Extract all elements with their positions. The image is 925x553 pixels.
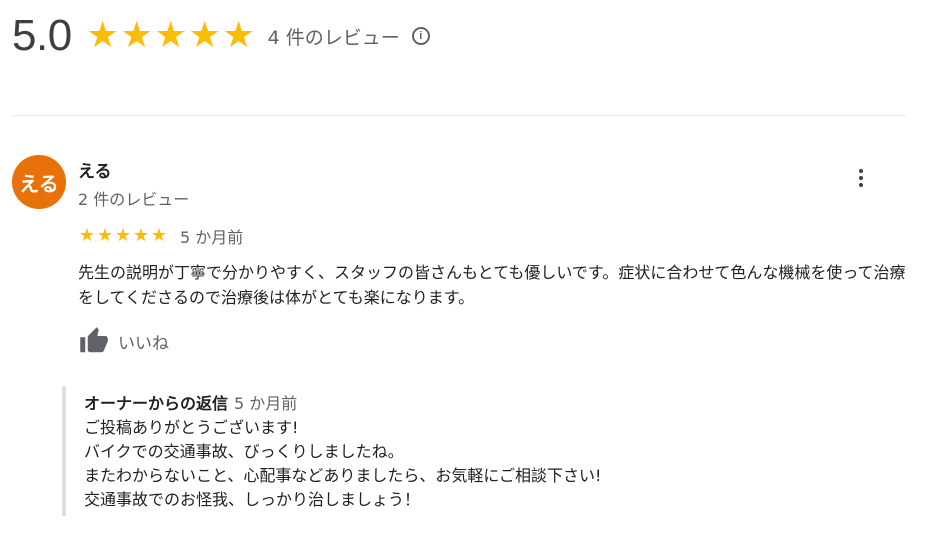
like-label: いいね	[118, 333, 169, 354]
owner-reply-line: バイクでの交通事故、びっくりしましたね。	[84, 442, 404, 461]
review-stars: ★ ★ ★ ★ ★	[78, 227, 168, 245]
review-date: 5 か月前	[180, 228, 244, 247]
divider	[12, 115, 906, 116]
review-meta: ★ ★ ★ ★ ★ 5 か月前	[78, 224, 243, 248]
thumb-up-icon	[80, 327, 108, 353]
star-icon: ★	[120, 15, 153, 56]
owner-reply: オーナーからの返信 5 か月前 ご投稿ありがとうございます! バイクでの交通事故…	[62, 386, 862, 516]
star-icon: ★	[96, 225, 114, 246]
star-icon: ★	[188, 15, 221, 56]
info-icon[interactable]: i	[411, 27, 430, 45]
total-review-count: 4 件のレビュー	[267, 26, 400, 49]
reviewer-review-count[interactable]: 2 件のレビュー	[78, 186, 189, 210]
owner-reply-line: 交通事故でのお怪我、しっかり治しましょう！	[84, 490, 421, 509]
review-text: 先生の説明が丁寧で分かりやすく、スタッフの皆さんもとても優しいです。症状に合わせ…	[78, 263, 906, 307]
star-icon: ★	[114, 225, 132, 246]
owner-reply-date: 5 か月前	[234, 394, 298, 413]
star-icon: ★	[150, 225, 168, 246]
star-icon: ★	[78, 225, 96, 246]
star-icon: ★	[154, 15, 187, 56]
star-icon: ★	[222, 15, 255, 56]
avatar[interactable]: える	[12, 155, 66, 209]
average-rating: 5.0	[12, 11, 72, 60]
like-button[interactable]: いいね	[78, 326, 169, 356]
rating-summary: 5.0 ★ ★ ★ ★ ★ 4 件のレビュー i	[12, 6, 430, 66]
reviewer-name[interactable]: える	[78, 157, 112, 182]
more-vert-icon[interactable]	[849, 166, 873, 190]
star-icon: ★	[132, 225, 150, 246]
owner-reply-line: ご投稿ありがとうございます!	[84, 418, 299, 437]
rating-stars: ★ ★ ★ ★ ★	[86, 18, 256, 54]
owner-reply-title: オーナーからの返信	[84, 394, 229, 413]
owner-reply-header: オーナーからの返信 5 か月前	[84, 386, 862, 416]
owner-reply-line: またわからないこと、心配事などありましたら、お気軽にご相談下さい!	[84, 466, 602, 485]
star-icon: ★	[86, 15, 119, 56]
